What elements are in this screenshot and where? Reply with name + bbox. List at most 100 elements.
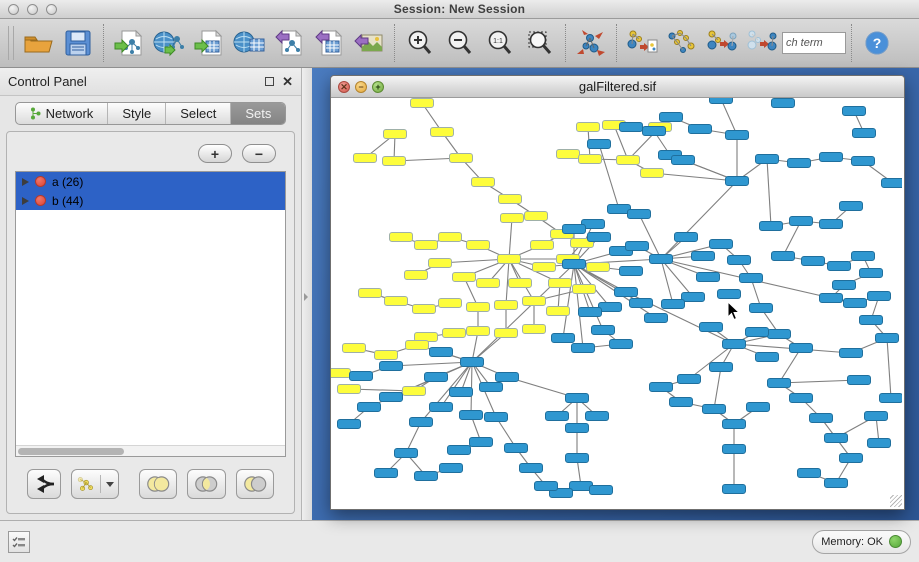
network-node[interactable] [430,348,453,357]
network-node[interactable] [820,153,843,162]
network-node[interactable] [588,233,611,242]
tab-style[interactable]: Style [108,103,166,124]
network-node[interactable] [579,308,602,317]
network-node[interactable] [440,464,463,473]
network-node[interactable] [413,305,436,314]
export-table-button[interactable] [309,23,349,63]
network-node[interactable] [876,334,899,343]
network-node[interactable] [689,125,712,134]
zoom-actual-size-button[interactable]: 1:1 [480,23,520,63]
network-node[interactable] [828,262,851,271]
import-network-web-button[interactable] [149,23,189,63]
network-node[interactable] [790,344,813,353]
network-node[interactable] [620,123,643,132]
create-set-from-network-button[interactable] [71,469,119,499]
network-node[interactable] [740,274,763,283]
network-node[interactable] [660,113,683,122]
zoom-in-button[interactable] [400,23,440,63]
network-node[interactable] [395,449,418,458]
network-node[interactable] [682,293,705,302]
network-node[interactable] [429,259,452,268]
network-node[interactable] [626,242,649,251]
network-node[interactable] [431,128,454,137]
network-node[interactable] [385,297,408,306]
network-node[interactable] [467,303,490,312]
network-node[interactable] [549,279,572,288]
network-node[interactable] [843,107,866,116]
network-node[interactable] [852,157,875,166]
network-node[interactable] [443,329,466,338]
zoom-out-button[interactable] [440,23,480,63]
network-node[interactable] [768,379,791,388]
network-node[interactable] [520,464,543,473]
network-node[interactable] [643,127,666,136]
network-node[interactable] [531,241,554,250]
frame-close-button[interactable]: ✕ [338,81,350,93]
network-node[interactable] [499,195,522,204]
network-node[interactable] [467,241,490,250]
network-node[interactable] [790,394,813,403]
network-node[interactable] [723,485,746,494]
network-node[interactable] [563,260,586,269]
network-node[interactable] [467,327,490,336]
network-node[interactable] [865,412,888,421]
set-row-b[interactable]: b (44) [16,191,285,210]
network-node[interactable] [480,383,503,392]
network-node[interactable] [496,373,519,382]
disclosure-triangle-icon[interactable] [22,197,29,205]
network-node[interactable] [350,372,373,381]
network-node[interactable] [726,131,749,140]
network-node[interactable] [415,241,438,250]
network-node[interactable] [406,341,429,350]
memory-status-button[interactable]: Memory: OK [812,530,911,554]
network-node[interactable] [535,482,558,491]
network-node[interactable] [610,340,633,349]
network-node[interactable] [380,362,403,371]
network-node[interactable] [573,285,596,294]
network-node[interactable] [840,202,863,211]
network-node[interactable] [403,387,426,396]
network-node[interactable] [405,271,428,280]
horizontal-scrollbar[interactable] [16,445,285,456]
zoom-fit-selection-button[interactable] [520,23,560,63]
tab-select[interactable]: Select [166,103,231,124]
frame-resize-grip[interactable] [890,495,902,507]
export-network-button[interactable] [269,23,309,63]
panel-splitter[interactable] [302,68,312,520]
network-node[interactable] [768,330,791,339]
network-node[interactable] [410,418,433,427]
network-node[interactable] [448,446,471,455]
network-node[interactable] [572,344,595,353]
chevron-down-icon[interactable] [106,482,114,487]
network-node[interactable] [546,412,569,421]
frame-minimize-button[interactable]: − [355,81,367,93]
network-node[interactable] [566,424,589,433]
network-node[interactable] [747,403,770,412]
network-node[interactable] [523,297,546,306]
network-node[interactable] [384,130,407,139]
network-node[interactable] [860,269,883,278]
network-node[interactable] [460,411,483,420]
difference-button[interactable] [236,469,274,499]
intersection-button[interactable] [187,469,225,499]
help-button[interactable]: ? [857,23,897,63]
network-node[interactable] [617,156,640,165]
new-network-from-selection-button[interactable] [622,23,662,63]
network-node[interactable] [390,233,413,242]
remove-set-button[interactable]: − [242,144,276,163]
network-node[interactable] [587,263,610,272]
network-node[interactable] [453,273,476,282]
collapse-panel-icon[interactable] [304,293,310,301]
network-node[interactable] [505,444,528,453]
network-node[interactable] [525,212,548,221]
network-node[interactable] [501,214,524,223]
hide-selected-button[interactable] [702,23,742,63]
network-node[interactable] [495,301,518,310]
network-node[interactable] [485,413,508,422]
network-node[interactable] [359,289,382,298]
network-node[interactable] [615,288,638,297]
network-node[interactable] [430,403,453,412]
network-node[interactable] [772,99,795,108]
network-node[interactable] [472,178,495,187]
network-node[interactable] [563,225,586,234]
